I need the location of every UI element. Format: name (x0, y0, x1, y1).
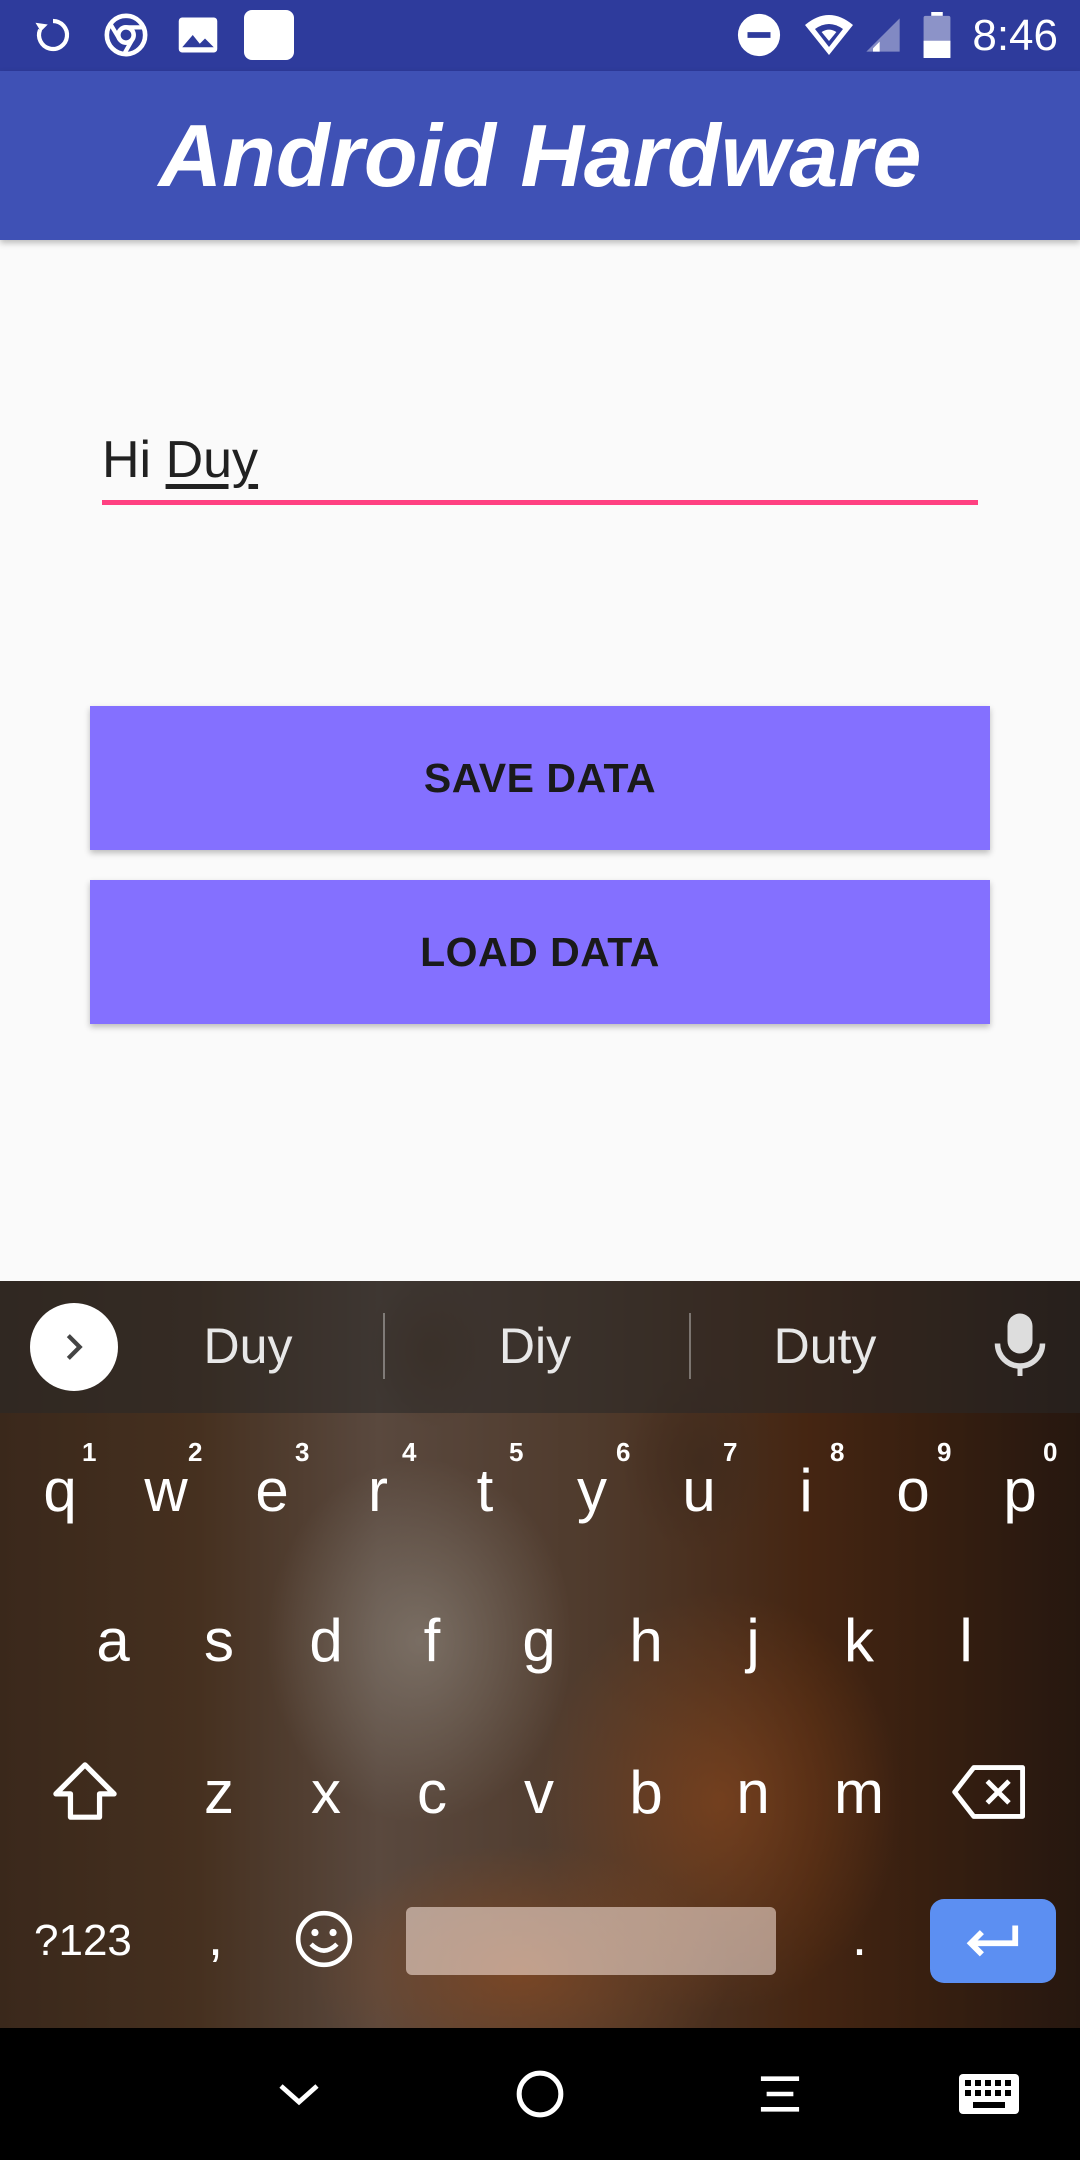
key-e[interactable]: e (227, 1451, 317, 1531)
key-t[interactable]: t (440, 1451, 530, 1531)
key-s[interactable]: s (174, 1601, 264, 1681)
wifi-icon (804, 10, 854, 60)
key-z[interactable]: z (174, 1753, 264, 1833)
enter-icon (966, 1925, 1019, 1957)
key-l[interactable]: l (921, 1601, 1011, 1681)
key-a[interactable]: a (68, 1601, 158, 1681)
keyboard-icon[interactable] (959, 2064, 1019, 2124)
suggestion-2[interactable]: Diy (455, 1311, 615, 1381)
key-u[interactable]: u (654, 1451, 744, 1531)
home-icon[interactable] (510, 2064, 570, 2124)
clock: 8:46 (972, 11, 1058, 60)
key-y[interactable]: y (547, 1451, 637, 1531)
key-q[interactable]: q (15, 1451, 105, 1531)
key-w[interactable]: w (121, 1451, 211, 1531)
suggestion-divider (689, 1313, 691, 1379)
text-prefix: Hi (102, 431, 166, 489)
key-b[interactable]: b (601, 1753, 691, 1833)
status-bar: 8:46 (0, 0, 1080, 71)
key-p[interactable]: p (975, 1451, 1065, 1531)
expand-arrow-icon[interactable] (30, 1303, 118, 1391)
shift-icon[interactable] (48, 1759, 122, 1828)
key-r[interactable]: r (333, 1451, 423, 1531)
key-i[interactable]: i (761, 1451, 851, 1531)
emoji-icon[interactable] (293, 1908, 355, 1975)
chrome-icon (101, 10, 151, 60)
enter-key[interactable] (930, 1899, 1056, 1983)
battery-icon (912, 10, 962, 60)
text-input[interactable]: Hi Duy (102, 420, 978, 505)
key-m[interactable]: m (814, 1753, 904, 1833)
load-data-button[interactable]: LOAD DATA (90, 880, 990, 1024)
save-data-button[interactable]: SAVE DATA (90, 706, 990, 850)
key-j[interactable]: j (708, 1601, 798, 1681)
app-bar: Android Hardware (0, 71, 1080, 240)
symbols-key[interactable]: ?123 (34, 1911, 132, 1971)
navigation-bar (0, 2028, 1080, 2160)
key-g[interactable]: g (494, 1601, 584, 1681)
key-c[interactable]: c (387, 1753, 477, 1833)
image-icon (173, 10, 223, 60)
key-d[interactable]: d (281, 1601, 371, 1681)
signal-icon (858, 10, 908, 60)
suggestion-3[interactable]: Duty (745, 1311, 905, 1381)
suggestion-strip: Duy Diy Duty (0, 1281, 1080, 1413)
sync-icon (28, 10, 78, 60)
key-o[interactable]: o (868, 1451, 958, 1531)
key-n[interactable]: n (708, 1753, 798, 1833)
composing-word: Duy (165, 431, 259, 489)
suggestion-divider (383, 1313, 385, 1379)
comma-key[interactable]: , (208, 1907, 223, 1967)
text-input-value: Hi Duy (102, 420, 978, 500)
space-key[interactable] (406, 1907, 776, 1975)
period-key[interactable]: . (852, 1907, 867, 1967)
key-f[interactable]: f (387, 1601, 477, 1681)
soft-keyboard: Duy Diy Duty 1 2 3 4 5 6 7 8 9 0 q w e r… (0, 1281, 1080, 2028)
key-v[interactable]: v (494, 1753, 584, 1833)
do-not-disturb-icon (734, 10, 784, 60)
app-title: Android Hardware (158, 105, 922, 205)
key-k[interactable]: k (814, 1601, 904, 1681)
suggestion-1[interactable]: Duy (168, 1311, 328, 1381)
app-icon (244, 10, 294, 60)
hide-keyboard-icon[interactable] (269, 2064, 329, 2124)
key-h[interactable]: h (601, 1601, 691, 1681)
key-x[interactable]: x (281, 1753, 371, 1833)
backspace-icon[interactable] (952, 1764, 1028, 1825)
microphone-icon[interactable] (990, 1311, 1050, 1381)
recents-icon[interactable] (750, 2064, 810, 2124)
